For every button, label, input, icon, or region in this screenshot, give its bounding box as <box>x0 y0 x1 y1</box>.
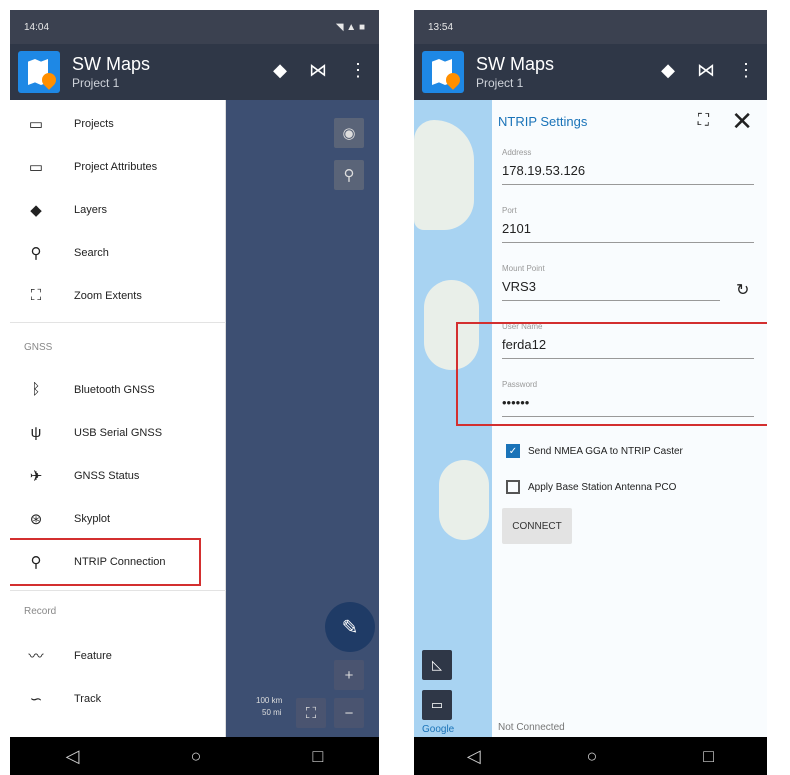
connect-button[interactable]: CONNECT <box>502 508 572 544</box>
zoom-extents-icon: ⛶ <box>30 287 42 304</box>
gnss-record-icon[interactable]: ⋈ <box>697 60 715 81</box>
app-bar: SW Maps Project 1 ◆ ⋈ ⋮ <box>10 44 379 100</box>
close-icon[interactable]: ✕ <box>731 106 753 137</box>
menu-item-layers[interactable]: ◆ Layers <box>10 188 226 231</box>
menu-item-skyplot[interactable]: ⊛ Skyplot <box>10 497 226 540</box>
gnss-record-icon[interactable]: ⋈ <box>309 60 327 81</box>
search-icon[interactable]: ⚲ <box>334 160 364 190</box>
system-nav-bar: ◁ ○ □ <box>414 737 767 775</box>
status-icons: ◥ ▲ ■ <box>335 21 365 33</box>
highlight-box-credentials <box>456 322 767 426</box>
menu-item-projects[interactable]: ▭ Projects <box>10 102 226 145</box>
zoom-in-button[interactable]: + <box>334 660 364 690</box>
google-logo: Google <box>422 724 455 735</box>
highlight-box-ntrip <box>10 538 201 586</box>
app-logo-icon <box>18 51 60 93</box>
recents-icon[interactable]: □ <box>313 746 324 767</box>
menu-item-gnss-status[interactable]: ✈ GNSS Status <box>10 454 226 497</box>
overflow-menu-icon[interactable]: ⋮ <box>349 60 367 81</box>
port-field[interactable]: Port 2101 <box>502 206 754 243</box>
app-bar: SW Maps Project 1 ◆ ⋈ ⋮ <box>414 44 767 100</box>
recents-icon[interactable]: □ <box>703 746 714 767</box>
system-nav-bar: ◁ ○ □ <box>10 737 379 775</box>
search-icon: ⚲ <box>30 244 42 262</box>
layers-icon[interactable]: ◆ <box>273 60 287 81</box>
divider <box>10 590 226 591</box>
divider <box>10 322 226 323</box>
menu-item-project-attributes[interactable]: ▭ Project Attributes <box>10 145 226 188</box>
home-icon[interactable]: ○ <box>191 746 202 767</box>
pencil-icon: ✎ <box>341 616 359 639</box>
navigation-drawer: ▭ Projects ▭ Project Attributes ◆ Layers ⚲ S… <box>10 100 226 737</box>
menu-item-search[interactable]: ⚲ Search <box>10 231 226 274</box>
menu-item-usb-serial-gnss[interactable]: ψ USB Serial GNSS <box>10 411 226 454</box>
bluetooth-icon: ᛒ <box>31 381 41 398</box>
status-time: 13:54 <box>428 21 454 33</box>
map-view[interactable]: ◉ ⚲ ✎ + − ⛶ 100 km 50 mi <box>226 100 379 737</box>
status-bar: 13:54 <box>414 10 767 44</box>
checkbox-unchecked-icon <box>506 480 520 494</box>
folder-icon: ▭ <box>28 158 44 176</box>
ruler-icon[interactable]: ▭ <box>422 690 452 720</box>
back-icon[interactable]: ◁ <box>66 746 80 767</box>
send-nmea-checkbox[interactable]: ✓ Send NMEA GGA to NTRIP Caster <box>506 444 683 458</box>
menu-item-bluetooth-gnss[interactable]: ᛒ Bluetooth GNSS <box>10 368 226 411</box>
scale-mi: 50 mi <box>262 708 282 717</box>
measure-icon[interactable]: ◺ <box>422 650 452 680</box>
layers-icon: ◆ <box>30 201 42 219</box>
zoom-out-button[interactable]: − <box>334 698 364 728</box>
app-title: SW Maps <box>476 54 555 74</box>
menu-item-zoom-extents[interactable]: ⛶ Zoom Extents <box>10 274 226 317</box>
app-title: SW Maps <box>72 54 151 74</box>
panel-title: NTRIP Settings <box>498 114 588 129</box>
zoom-extents-icon[interactable]: ⛶ <box>296 698 326 728</box>
menu-item-feature[interactable]: 〰 Feature <box>10 634 226 677</box>
edit-fab-button[interactable]: ✎ <box>325 602 375 652</box>
skyplot-icon: ⊛ <box>29 510 43 528</box>
map-land <box>414 120 474 230</box>
satellite-icon: ✈ <box>29 467 43 485</box>
layers-icon[interactable]: ◆ <box>661 60 675 81</box>
left-phone-screenshot: 14:04 ◥ ▲ ■ SW Maps Project 1 ◆ ⋈ ⋮ ◉ ⚲ … <box>10 10 379 775</box>
scale-km: 100 km <box>256 696 283 705</box>
refresh-icon[interactable]: ↻ <box>736 280 749 300</box>
apply-pco-checkbox[interactable]: Apply Base Station Antenna PCO <box>506 480 676 494</box>
map-land <box>439 460 489 540</box>
project-name: Project 1 <box>72 76 120 90</box>
checkbox-checked-icon: ✓ <box>506 444 520 458</box>
locate-icon[interactable]: ◉ <box>334 118 364 148</box>
back-icon[interactable]: ◁ <box>467 746 481 767</box>
home-icon[interactable]: ○ <box>587 746 598 767</box>
mount-point-field[interactable]: Mount Point VRS3 <box>502 264 720 301</box>
menu-item-track[interactable]: ∽ Track <box>10 677 226 720</box>
address-field[interactable]: Address 178.19.53.126 <box>502 148 754 185</box>
connection-status: Not Connected <box>498 722 565 733</box>
right-phone-screenshot: 13:54 SW Maps Project 1 ◆ ⋈ ⋮ ◺ ▭ Google… <box>414 10 767 775</box>
folder-icon: ▭ <box>28 115 44 133</box>
feature-icon: 〰 <box>28 648 44 665</box>
project-name: Project 1 <box>476 76 524 90</box>
status-time: 14:04 <box>24 21 50 33</box>
usb-icon: ψ <box>30 424 42 441</box>
section-gnss: GNSS <box>24 342 53 353</box>
overflow-menu-icon[interactable]: ⋮ <box>737 60 755 81</box>
status-bar: 14:04 ◥ ▲ ■ <box>10 10 379 44</box>
track-icon: ∽ <box>29 690 43 708</box>
expand-icon[interactable]: ⛶ <box>698 112 709 130</box>
app-logo-icon <box>422 51 464 93</box>
section-record: Record <box>24 606 57 617</box>
